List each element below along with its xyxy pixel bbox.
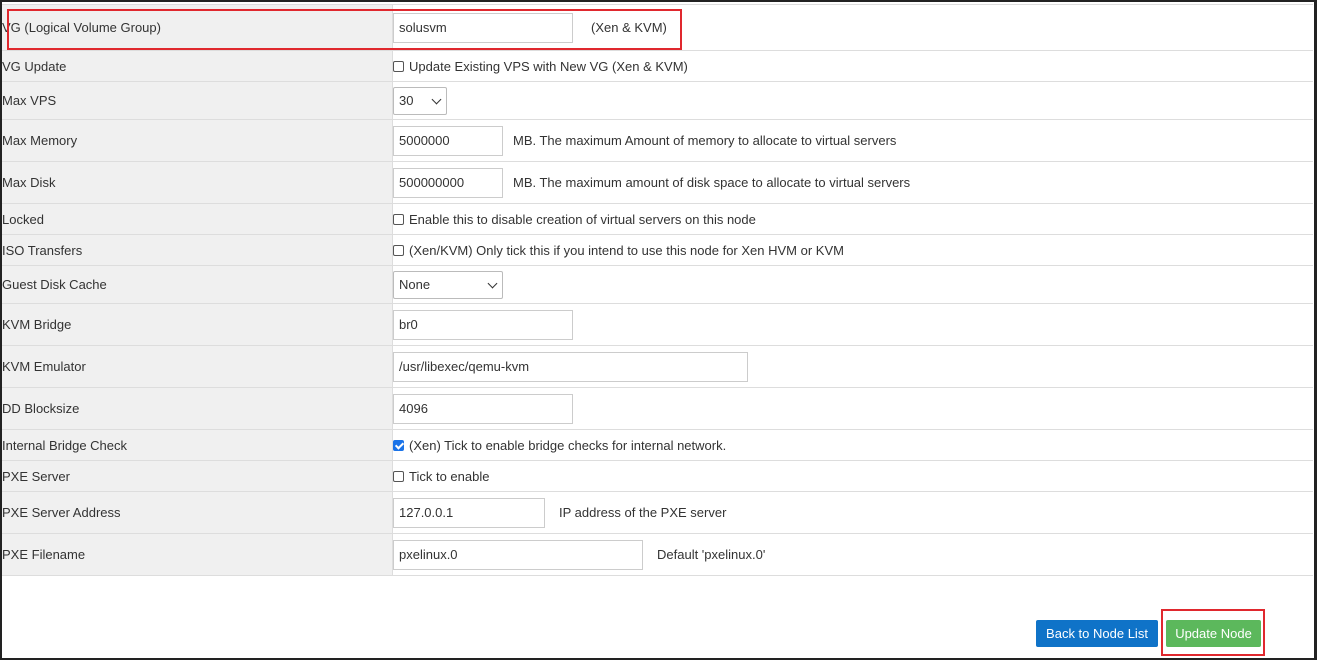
kvm-bridge-label: KVM Bridge [2, 303, 393, 346]
internal-bridge-check-checkbox[interactable] [393, 439, 404, 451]
max-vps-selected-value: 30 [399, 93, 414, 108]
back-to-node-list-button[interactable]: Back to Node List [1036, 620, 1158, 647]
row-kvm-bridge: KVM Bridge [2, 303, 1313, 346]
iso-transfers-label: ISO Transfers [2, 234, 393, 266]
row-pxe-filename: PXE Filename Default 'pxelinux.0' [2, 533, 1313, 576]
row-guest-disk-cache: Guest Disk Cache None [2, 265, 1313, 304]
pxe-server-address-label: PXE Server Address [2, 491, 393, 534]
iso-transfers-checkbox-label: (Xen/KVM) Only tick this if you intend t… [409, 242, 844, 258]
vg-input[interactable] [393, 12, 573, 43]
pxe-server-checkbox-label: Tick to enable [409, 468, 490, 484]
row-pxe-server: PXE Server Tick to enable [2, 460, 1313, 492]
row-internal-bridge-check: Internal Bridge Check (Xen) Tick to enab… [2, 429, 1313, 461]
row-dd-blocksize: DD Blocksize [2, 387, 1313, 430]
chevron-down-icon [487, 278, 498, 288]
row-max-disk: Max Disk MB. The maximum amount of disk … [2, 161, 1313, 204]
row-max-memory: Max Memory MB. The maximum Amount of mem… [2, 119, 1313, 162]
max-disk-hint: MB. The maximum amount of disk space to … [513, 175, 911, 190]
kvm-emulator-input[interactable] [393, 351, 748, 382]
max-vps-select[interactable]: 30 [393, 86, 447, 115]
row-locked: Locked Enable this to disable creation o… [2, 203, 1313, 235]
pxe-filename-label: PXE Filename [2, 533, 393, 576]
locked-checkbox-label: Enable this to disable creation of virtu… [409, 211, 756, 227]
iso-transfers-checkbox[interactable] [393, 244, 404, 256]
guest-disk-cache-selected-value: None [399, 277, 431, 292]
locked-label: Locked [2, 203, 393, 235]
max-memory-input[interactable] [393, 125, 503, 156]
pxe-server-address-hint: IP address of the PXE server [559, 505, 727, 520]
vg-update-checkbox-label: Update Existing VPS with New VG (Xen & K… [409, 58, 688, 74]
dd-blocksize-input[interactable] [393, 393, 573, 424]
row-iso-transfers: ISO Transfers (Xen/KVM) Only tick this i… [2, 234, 1313, 266]
row-pxe-server-address: PXE Server Address IP address of the PXE… [2, 491, 1313, 534]
pxe-filename-hint: Default 'pxelinux.0' [657, 547, 766, 562]
row-vg: VG (Logical Volume Group) (Xen & KVM) [2, 4, 1313, 51]
pxe-server-address-input[interactable] [393, 497, 545, 528]
max-vps-label: Max VPS [2, 81, 393, 120]
row-vg-update: VG Update Update Existing VPS with New V… [2, 50, 1313, 82]
max-disk-label: Max Disk [2, 161, 393, 204]
dd-blocksize-label: DD Blocksize [2, 387, 393, 430]
kvm-bridge-input[interactable] [393, 309, 573, 340]
update-node-button[interactable]: Update Node [1166, 620, 1261, 647]
node-settings-table: VG (Logical Volume Group) (Xen & KVM) VG… [2, 4, 1313, 576]
kvm-emulator-label: KVM Emulator [2, 345, 393, 388]
pxe-server-label: PXE Server [2, 460, 393, 492]
internal-bridge-check-label: Internal Bridge Check [2, 429, 393, 461]
pxe-server-checkbox[interactable] [393, 470, 404, 482]
max-disk-input[interactable] [393, 167, 503, 198]
pxe-filename-input[interactable] [393, 539, 643, 570]
vg-label: VG (Logical Volume Group) [2, 4, 393, 51]
vg-update-checkbox[interactable] [393, 60, 404, 72]
locked-checkbox[interactable] [393, 213, 404, 225]
row-max-vps: Max VPS 30 [2, 81, 1313, 120]
chevron-down-icon [431, 94, 442, 104]
guest-disk-cache-select[interactable]: None [393, 270, 503, 299]
max-memory-hint: MB. The maximum Amount of memory to allo… [513, 133, 897, 148]
vg-hint: (Xen & KVM) [591, 20, 667, 35]
max-memory-label: Max Memory [2, 119, 393, 162]
vg-update-label: VG Update [2, 50, 393, 82]
row-kvm-emulator: KVM Emulator [2, 345, 1313, 388]
guest-disk-cache-label: Guest Disk Cache [2, 265, 393, 304]
internal-bridge-check-checkbox-label: (Xen) Tick to enable bridge checks for i… [409, 437, 727, 453]
